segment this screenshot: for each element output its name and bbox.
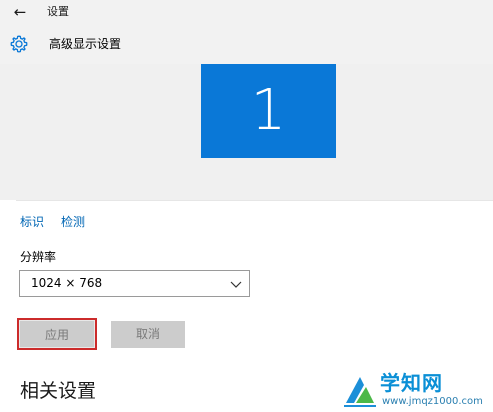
watermark-logo-icon <box>344 377 376 407</box>
apply-button[interactable]: 应用 <box>17 318 97 350</box>
page-title: 高级显示设置 <box>49 37 122 51</box>
watermark: 学知网 www.jmqz1000.com <box>342 371 488 411</box>
divider <box>16 200 493 201</box>
title-bar: ← 设置 <box>0 0 493 24</box>
monitor-tile[interactable]: 1 <box>201 64 336 158</box>
watermark-title: 学知网 <box>380 371 443 395</box>
resolution-dropdown[interactable]: 1024 × 768 <box>19 270 250 297</box>
back-button[interactable]: ← <box>10 2 30 22</box>
identify-link[interactable]: 标识 <box>20 214 44 230</box>
resolution-label: 分辨率 <box>20 250 57 264</box>
cancel-button[interactable]: 取消 <box>111 321 185 348</box>
back-arrow-icon: ← <box>13 3 27 21</box>
gear-icon <box>10 35 28 53</box>
window-title: 设置 <box>47 5 69 18</box>
detect-link[interactable]: 检测 <box>61 214 85 230</box>
chevron-down-icon <box>230 281 242 288</box>
watermark-url: www.jmqz1000.com <box>382 396 483 407</box>
related-settings-heading: 相关设置 <box>20 380 97 402</box>
page-header: 高级显示设置 <box>0 24 493 64</box>
resolution-value: 1024 × 768 <box>31 276 103 290</box>
monitor-number: 1 <box>250 78 287 143</box>
